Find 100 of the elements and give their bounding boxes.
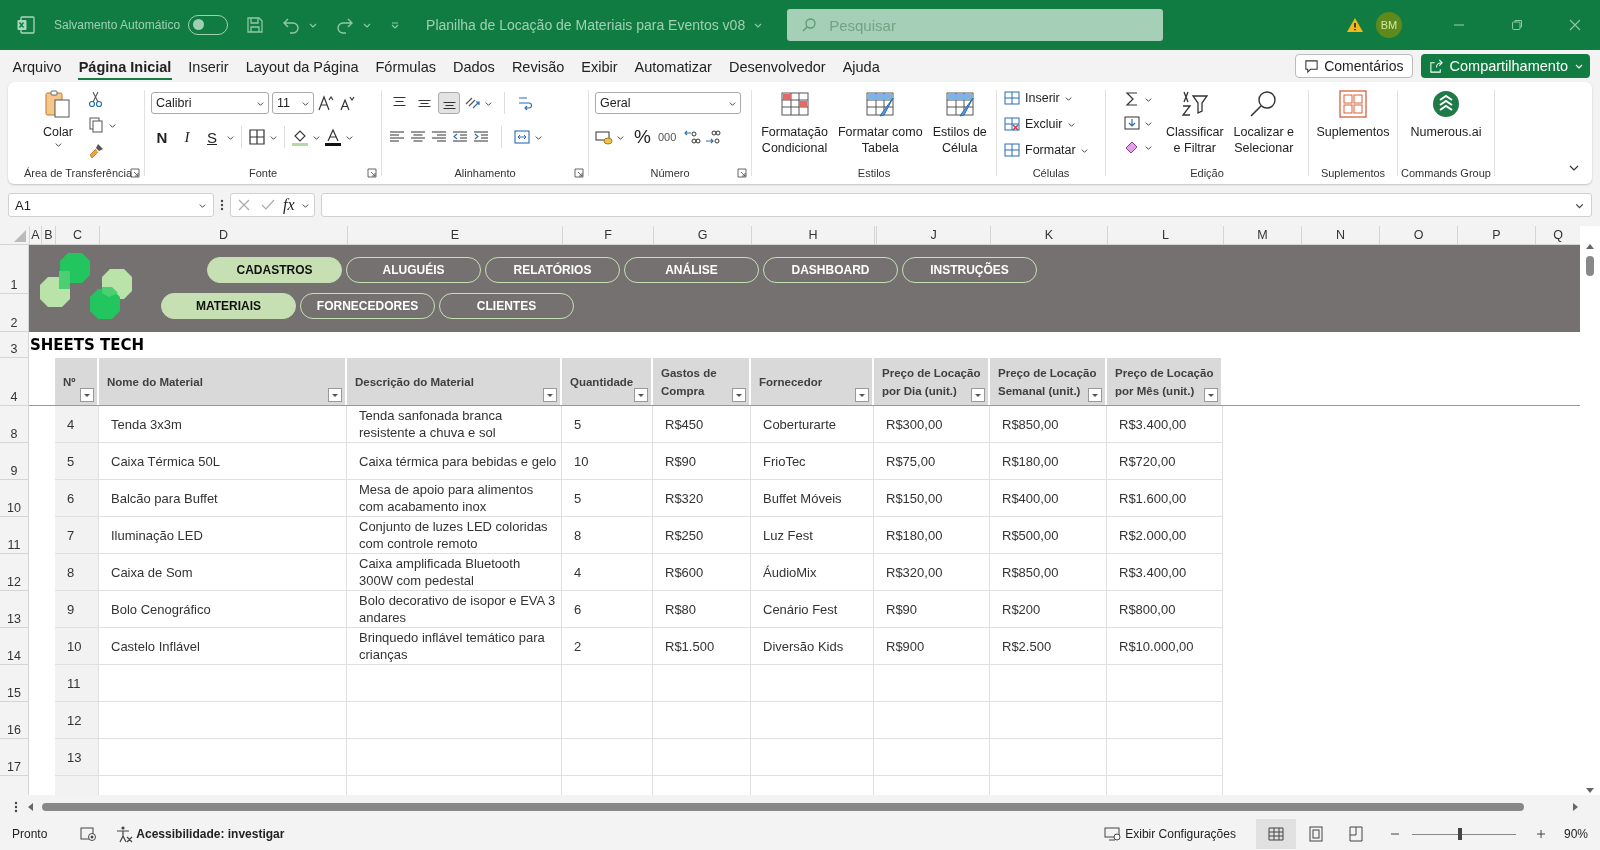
view-button[interactable]: [1255, 819, 1296, 849]
zoom-in-icon[interactable]: [1535, 829, 1546, 839]
menu-tab[interactable]: Automatizar: [626, 52, 721, 80]
add-ins-button[interactable]: Suplementos: [1313, 88, 1393, 140]
zoom-slider[interactable]: [1411, 826, 1516, 842]
filter-dropdown-icon[interactable]: [328, 388, 342, 402]
styles-button[interactable]: Formatação Condicional: [758, 88, 831, 156]
dialog-launcher-icon[interactable]: [130, 168, 140, 178]
decrease-decimal-icon[interactable]: [704, 128, 723, 146]
row-header[interactable]: 10: [0, 480, 28, 517]
scroll-right-icon[interactable]: [1570, 801, 1580, 812]
menu-tab[interactable]: Exibir: [572, 52, 627, 80]
accessibility-button[interactable]: Acessibilidade: investigar: [115, 825, 285, 843]
redo-icon[interactable]: [336, 16, 355, 34]
save-icon[interactable]: [246, 16, 265, 34]
row-header[interactable]: 16: [0, 702, 28, 739]
scrollbar-thumb[interactable]: [1586, 256, 1594, 276]
filter-dropdown-icon[interactable]: [855, 388, 869, 402]
column-header[interactable]: A: [29, 226, 41, 244]
grow-font-icon[interactable]: [317, 94, 335, 112]
menu-tab[interactable]: Arquivo: [4, 52, 71, 80]
scissors-icon[interactable]: [87, 90, 105, 108]
menu-tab[interactable]: Inserir: [179, 52, 238, 80]
column-header[interactable]: G: [653, 226, 751, 244]
row-header[interactable]: 14: [0, 628, 28, 665]
restore-icon[interactable]: [1510, 18, 1524, 32]
styles-button[interactable]: Formatar como Tabela: [834, 88, 926, 156]
paste-button[interactable]: Colar: [39, 88, 77, 149]
font-color-icon[interactable]: [324, 128, 342, 146]
editing-button[interactable]: Localizar e Selecionar: [1230, 88, 1298, 156]
filter-dropdown-icon[interactable]: [1088, 388, 1102, 402]
wrap-text-icon[interactable]: [516, 94, 534, 112]
row-header[interactable]: 8: [0, 406, 28, 443]
row-header[interactable]: 13: [0, 591, 28, 628]
more-icon[interactable]: [14, 799, 18, 814]
formula-input[interactable]: [320, 193, 1592, 217]
copy-icon[interactable]: [87, 116, 105, 134]
borders-icon[interactable]: [248, 128, 266, 146]
filter-dropdown-icon[interactable]: [634, 388, 648, 402]
dialog-launcher-icon[interactable]: [737, 168, 747, 178]
menu-tab[interactable]: Fórmulas: [367, 52, 445, 80]
scroll-left-icon[interactable]: [26, 801, 36, 812]
font-size-field[interactable]: 11: [272, 92, 314, 114]
filter-dropdown-icon[interactable]: [732, 388, 746, 402]
filter-dropdown-icon[interactable]: [971, 388, 985, 402]
filter-dropdown-icon[interactable]: [543, 388, 557, 402]
column-header[interactable]: J: [876, 226, 990, 244]
currency-icon[interactable]: [595, 128, 613, 146]
cells-button[interactable]: Excluir: [1003, 113, 1076, 135]
filter-dropdown-icon[interactable]: [80, 388, 94, 402]
column-header[interactable]: C: [55, 226, 99, 244]
row-header[interactable]: 4: [0, 358, 28, 406]
column-header[interactable]: K: [990, 226, 1107, 244]
brush-icon[interactable]: [87, 142, 105, 160]
filter-dropdown-icon[interactable]: [1204, 388, 1218, 402]
column-header[interactable]: L: [1107, 226, 1223, 244]
styles-button[interactable]: Estilos de Célula: [929, 88, 990, 156]
row-header[interactable]: 9: [0, 443, 28, 480]
vertical-align-button[interactable]: [438, 92, 460, 114]
row-header[interactable]: 1: [0, 245, 28, 294]
menu-tab[interactable]: Ajuda: [834, 52, 889, 80]
increase-decimal-icon[interactable]: [683, 128, 702, 146]
column-header[interactable]: E: [347, 226, 562, 244]
row-header[interactable]: 3: [0, 332, 28, 358]
menu-tab[interactable]: Revisão: [503, 52, 573, 80]
column-header[interactable]: O: [1379, 226, 1457, 244]
menu-tab[interactable]: Dados: [444, 52, 504, 80]
shrink-font-icon[interactable]: [338, 94, 356, 112]
column-header[interactable]: N: [1301, 226, 1379, 244]
name-box[interactable]: A1: [8, 193, 214, 217]
menu-tab[interactable]: Página Inicial: [70, 52, 180, 80]
dialog-launcher-icon[interactable]: [367, 168, 377, 178]
row-header[interactable]: 11: [0, 517, 28, 554]
zoom-level[interactable]: 90%: [1563, 827, 1588, 841]
column-header[interactable]: D: [99, 226, 347, 244]
fill-down-icon[interactable]: [1122, 114, 1141, 132]
thousands-button[interactable]: 000: [657, 131, 677, 143]
more-icon[interactable]: [220, 198, 224, 212]
column-header[interactable]: P: [1457, 226, 1535, 244]
underline-button[interactable]: S: [201, 126, 223, 148]
warning-icon[interactable]: [1346, 17, 1364, 33]
nav-button[interactable]: CADASTROS: [207, 257, 342, 283]
add-in-button[interactable]: Numerous.ai: [1407, 88, 1485, 140]
row-header[interactable]: 17: [0, 739, 28, 776]
row-header[interactable]: 2: [0, 294, 28, 332]
column-header[interactable]: H: [751, 226, 874, 244]
scroll-up-icon[interactable]: [1585, 242, 1595, 252]
bold-button[interactable]: N: [151, 126, 173, 148]
font-name-field[interactable]: Calibri: [151, 92, 269, 114]
zoom-slider-thumb[interactable]: [1457, 828, 1462, 840]
display-settings-button[interactable]: Exibir Configurações: [1104, 825, 1236, 843]
cells-button[interactable]: Formatar: [1003, 139, 1089, 161]
row-header[interactable]: 15: [0, 665, 28, 702]
scrollbar-thumb[interactable]: [42, 802, 1524, 811]
close-icon[interactable]: [1568, 18, 1582, 32]
insert-function-button[interactable]: fx: [283, 196, 295, 214]
nav-button[interactable]: MATERIAIS: [161, 293, 296, 319]
column-header[interactable]: F: [562, 226, 653, 244]
column-header[interactable]: M: [1223, 226, 1301, 244]
customize-icon[interactable]: [390, 20, 401, 30]
